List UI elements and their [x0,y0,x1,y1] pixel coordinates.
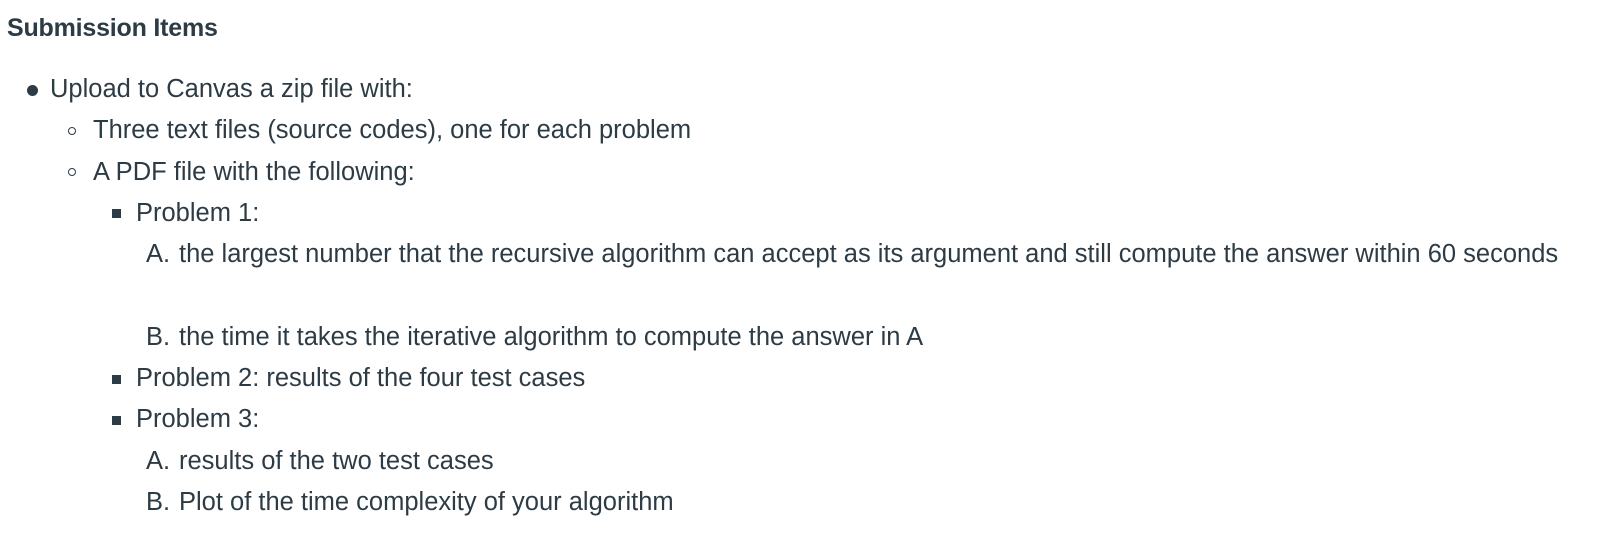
list-item-text: A PDF file with the following: [93,157,415,186]
list-item-text: Problem 2: results of the four test case… [136,364,586,393]
list-item-text: the time it takes the iterative algorith… [179,322,924,351]
list-item-problem-2: Problem 2: results of the four test case… [0,358,1600,399]
list-marker-alpha: B. [146,487,171,516]
list-item-text: the largest number that the recursive al… [179,240,1559,269]
list-marker-alpha: A. [146,240,171,269]
list-item-upload: Upload to Canvas a zip file with: [0,69,1600,110]
section-title: Submission Items [7,14,218,42]
list-item-problem-1-b: B. the time it takes the iterative algor… [0,317,1600,358]
submission-items-section: Submission Items Upload to Canvas a zip … [0,0,1600,545]
list-item-text: Problem 1: [136,198,260,227]
list-marker-alpha: B. [146,322,171,351]
list-item-problem-3-a: A. results of the two test cases [0,441,1600,482]
list-item-text: Plot of the time complexity of your algo… [179,487,674,516]
list-item-text: Upload to Canvas a zip file with: [50,75,413,103]
list-item-text: results of the two test cases [179,446,494,475]
list-marker-alpha: A. [146,446,171,475]
list-item-pdf-file: A PDF file with the following: [0,152,1600,193]
bullet-disc-icon [27,84,38,96]
submission-list: Upload to Canvas a zip file with: Three … [0,69,1600,523]
bullet-circle-icon [68,126,76,135]
list-item-text: Problem 3: [136,405,260,434]
bullet-square-icon [112,209,121,219]
list-item-text: Three text files (source codes), one for… [93,116,692,145]
bullet-circle-icon [68,168,76,177]
list-item-problem-1: Problem 1: [0,193,1600,234]
bullet-square-icon [112,374,121,384]
list-item-problem-3-b: B. Plot of the time complexity of your a… [0,482,1600,523]
list-item-problem-1-a: A. the largest number that the recursive… [0,234,1600,317]
list-item-problem-3: Problem 3: [0,399,1600,440]
list-item-text-files: Three text files (source codes), one for… [0,110,1600,151]
bullet-square-icon [112,415,121,425]
